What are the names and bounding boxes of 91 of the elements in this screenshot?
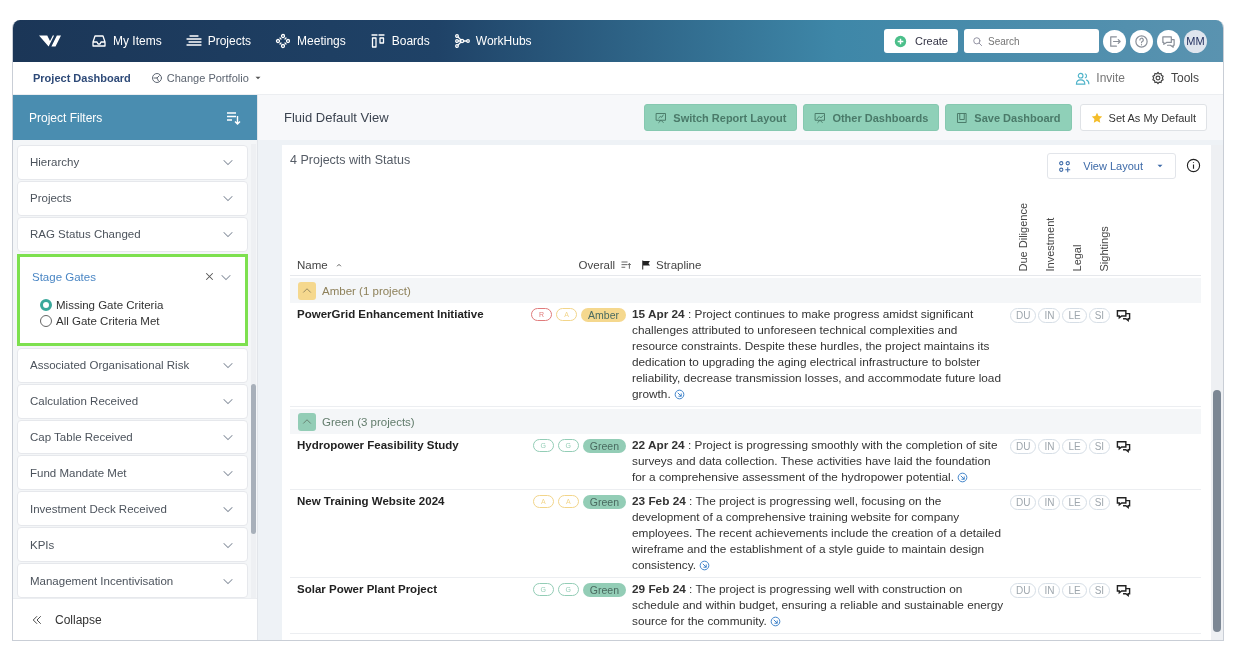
comments-icon[interactable] <box>1116 439 1132 454</box>
radio-button[interactable] <box>40 298 52 311</box>
collapse-button[interactable]: Collapse <box>13 598 257 640</box>
section-title: 4 Projects with Status <box>290 153 411 167</box>
view-layout-dropdown[interactable]: View Layout <box>1047 153 1176 179</box>
status-badge: Green <box>582 583 626 597</box>
grid-plus-icon <box>1058 159 1072 173</box>
project-name[interactable]: New Training Website 2024 <box>290 495 526 507</box>
info-icon[interactable] <box>1186 158 1201 173</box>
group-label: Green (3 projects) <box>322 415 415 428</box>
filter-item[interactable]: Fund Mandate Met <box>17 455 248 491</box>
column-header: Due Diligence <box>1017 202 1030 271</box>
flag-icon <box>640 259 652 271</box>
strapline-text: 29 Feb 24 : The project is progressing well with construction on schedule and within budget, ensuring a reliable and sustainable energy source for the community. <box>632 581 1004 629</box>
column-header: Sightings <box>1098 224 1111 271</box>
filter-item[interactable]: Calculation Received <box>17 383 248 419</box>
view-title: Fluid Default View <box>284 110 389 125</box>
column-header[interactable]: Name <box>297 259 328 271</box>
scrollbar-thumb[interactable] <box>251 384 256 534</box>
filter-item[interactable]: Management Incentivisation <box>17 563 248 598</box>
comments-icon[interactable] <box>1116 583 1132 598</box>
nav-link[interactable]: Meetings <box>275 33 346 49</box>
project-name[interactable]: PowerGrid Enhancement Initiative <box>290 308 526 320</box>
radio-button[interactable] <box>40 314 52 327</box>
lines-icon <box>185 33 202 49</box>
portfolio-dropdown[interactable]: Change Portfolio <box>150 72 263 84</box>
filter-item[interactable]: Hierarchy <box>17 145 248 180</box>
board-icon <box>369 33 386 49</box>
column-header: Legal <box>1071 243 1084 271</box>
nav-link[interactable]: WorkHubs <box>453 33 532 49</box>
group-label: Amber (1 project) <box>322 284 411 297</box>
status-badge: Green <box>582 439 626 453</box>
filter-item[interactable]: RAG Status Changed <box>17 216 248 252</box>
filter-item[interactable]: Projects <box>17 180 248 216</box>
strapline-text: 22 Apr 24 : Project is progressing smoothly with the completion of site surveys and data collection. These activities have laid the foundation for a comprehensive assessment of the hydropower potential. <box>632 437 999 485</box>
double-chevron-icon <box>31 613 43 626</box>
project-name[interactable]: Hydropower Feasibility Study <box>290 439 526 451</box>
hub-icon <box>453 33 470 49</box>
chat-icon <box>1161 33 1176 49</box>
scrollbar-thumb[interactable] <box>1213 390 1221 632</box>
search-icon <box>972 35 983 47</box>
group-toggle[interactable] <box>298 412 316 431</box>
tray-icon <box>91 33 107 49</box>
gear-icon <box>1151 71 1165 85</box>
filter-item[interactable]: Investment Deck Received <box>17 491 248 527</box>
arrow-circle-icon[interactable] <box>699 560 711 571</box>
chart-icon <box>814 111 827 124</box>
star-icon <box>1090 111 1103 124</box>
comments-icon[interactable] <box>1116 308 1132 323</box>
project-name[interactable]: Solar Power Plant Project <box>290 583 526 595</box>
filter-item[interactable]: Associated Organisational Risk <box>17 347 248 383</box>
arrow-circle-icon[interactable] <box>956 472 968 483</box>
help-icon <box>1134 33 1149 49</box>
radio-option[interactable]: Missing Gate Criteria <box>40 298 225 311</box>
palette-icon <box>150 72 163 84</box>
create-button[interactable]: Create <box>883 29 958 53</box>
plus-icon <box>893 34 907 48</box>
filter-item[interactable]: Cap Table Received <box>17 419 248 455</box>
comments-icon[interactable] <box>1116 495 1132 510</box>
strapline-text: 15 Apr 24 : Project continues to make progress amidst significant challenges attributed to unforeseen technical complexities and resource constraints. Despite these hurdles, the project maintains its dedication to upgrading the aging electrical infrastructure to bolster reliability, decrease transmission losses, and accommodate future load growth. <box>632 306 1002 402</box>
toolbar-button[interactable]: Set As My Default <box>1079 104 1207 131</box>
group-toggle[interactable] <box>298 281 316 300</box>
people-icon <box>1075 70 1091 86</box>
tab[interactable]: Project Dashboard <box>33 72 131 84</box>
exit-button[interactable] <box>1103 29 1126 53</box>
panel-title: Project Filters <box>29 110 103 125</box>
search-field[interactable]: Search <box>964 29 1099 53</box>
people-icon <box>275 33 292 49</box>
radio-option[interactable]: All Gate Criteria Met <box>40 314 225 327</box>
nav-link[interactable]: My Items <box>91 33 162 49</box>
filter-item[interactable]: KPIs <box>17 527 248 563</box>
arrow-circle-icon[interactable] <box>769 616 781 627</box>
tools-button[interactable]: Tools <box>1151 70 1199 86</box>
status-badge: Amber <box>581 308 626 322</box>
invite-button[interactable]: Invite <box>1075 70 1125 86</box>
nav-link[interactable]: Boards <box>369 33 430 49</box>
sort-icon[interactable] <box>620 259 632 271</box>
help-button[interactable] <box>1130 29 1153 53</box>
column-header[interactable]: Strapline <box>656 259 702 271</box>
exit-icon <box>1107 33 1122 49</box>
nav-link[interactable]: Projects <box>185 33 252 49</box>
book-icon <box>956 111 969 124</box>
sort-icon[interactable] <box>225 109 241 126</box>
column-header[interactable]: Overall <box>578 259 615 271</box>
easel-icon <box>655 111 668 124</box>
column-header: Investment <box>1044 216 1057 271</box>
strapline-text: 23 Feb 24 : The project is progressing well, focusing on the development of a comprehensive training website for company employees. The recent achievements include the creation of a detailed wireframe and the establishment of a style guide to maintain design consistency. <box>632 493 1002 573</box>
user-avatar[interactable]: MM <box>1184 29 1207 53</box>
status-badge: Green <box>582 495 626 509</box>
chat-button[interactable] <box>1157 29 1180 53</box>
arrow-circle-icon[interactable] <box>673 389 685 400</box>
